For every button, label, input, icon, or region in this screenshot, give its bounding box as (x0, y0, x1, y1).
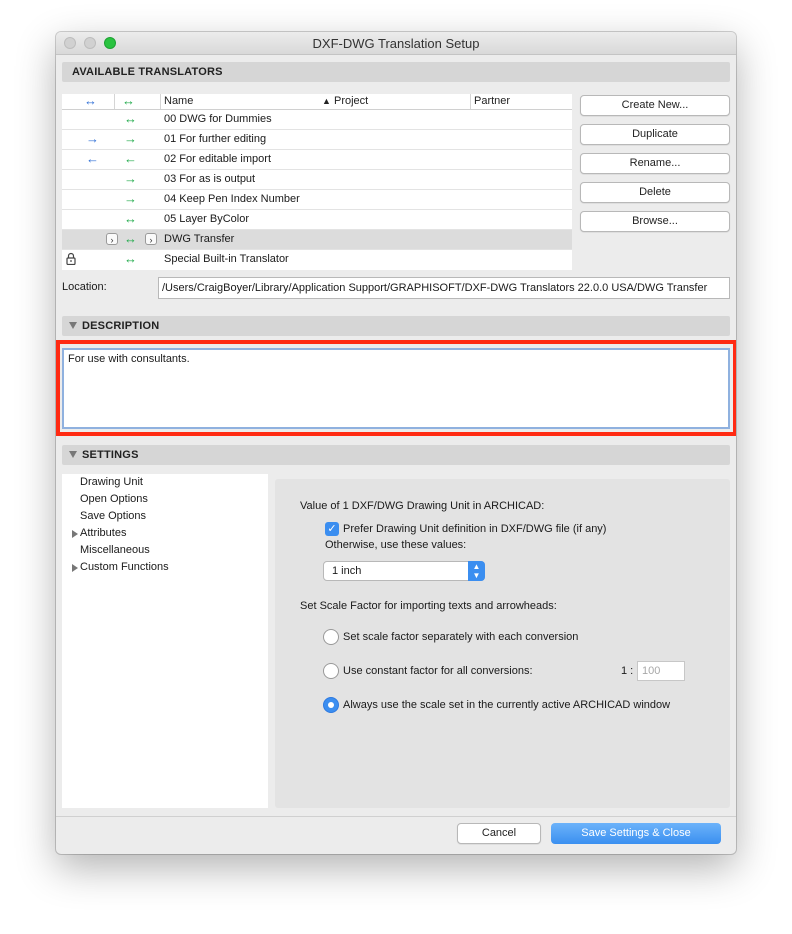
header-col2-arrow-icon[interactable]: ↔ (122, 93, 135, 108)
table-row[interactable]: → 03 For as is output (62, 170, 572, 190)
prefer-drawing-unit-label[interactable]: Prefer Drawing Unit definition in DXF/DW… (343, 523, 606, 535)
header-name[interactable]: Name (164, 95, 193, 107)
translator-name: 00 DWG for Dummies (164, 113, 272, 125)
translator-name: DWG Transfer (164, 233, 235, 245)
tree-item-miscellaneous[interactable]: Miscellaneous (80, 544, 150, 556)
tree-item-save-options[interactable]: Save Options (80, 510, 146, 522)
header-col1-arrow-icon[interactable]: ↔ (84, 93, 97, 108)
unit-select-value: 1 inch (332, 565, 362, 577)
expand-right-button[interactable]: › (145, 233, 157, 245)
table-row[interactable]: ← ← 02 For editable import (62, 150, 572, 170)
right-arrow-icon: → (86, 131, 99, 146)
settings-title: SETTINGS (82, 449, 139, 461)
otherwise-label: Otherwise, use these values: (325, 539, 467, 551)
table-header: ↔ ↔ Name ▲ Project Partner (62, 93, 572, 110)
translator-name: 02 For editable import (164, 153, 271, 165)
left-arrow-icon: ← (124, 151, 137, 166)
table-row[interactable]: ↔ 00 DWG for Dummies (62, 110, 572, 130)
table-row[interactable]: → → 01 For further editing (62, 130, 572, 150)
radio-separate-scale[interactable] (323, 629, 339, 645)
tree-item-drawing-unit[interactable]: Drawing Unit (80, 476, 143, 488)
table-row-selected[interactable]: › ↔ › DWG Transfer (62, 230, 572, 250)
radio-active-window-scale[interactable] (323, 697, 339, 713)
footer-divider (56, 816, 736, 817)
location-label: Location: (62, 281, 107, 293)
translator-name: 04 Keep Pen Index Number (164, 193, 300, 205)
tree-item-custom-functions[interactable]: Custom Functions (80, 561, 169, 573)
lock-icon (66, 252, 76, 268)
collapse-triangle-icon[interactable] (69, 451, 77, 458)
ratio-prefix: 1 : (621, 665, 634, 677)
bidirectional-arrow-icon: ↔ (124, 251, 137, 266)
settings-header[interactable]: SETTINGS (62, 445, 730, 465)
translator-name: 05 Layer ByColor (164, 213, 249, 225)
header-partner[interactable]: Partner (474, 95, 510, 107)
right-arrow-icon: → (124, 191, 137, 206)
description-header[interactable]: DESCRIPTION (62, 316, 730, 336)
table-row[interactable]: ↔ Special Built-in Translator (62, 250, 572, 269)
translator-name: 03 For as is output (164, 173, 256, 185)
drawing-unit-panel: Value of 1 DXF/DWG Drawing Unit in ARCHI… (275, 479, 730, 808)
rename-button[interactable]: Rename... (580, 153, 730, 174)
table-row[interactable]: → 04 Keep Pen Index Number (62, 190, 572, 210)
radio-constant-factor[interactable] (323, 663, 339, 679)
settings-tree: Drawing Unit Open Options Save Options A… (62, 474, 268, 808)
translation-setup-window: DXF-DWG Translation Setup AVAILABLE TRAN… (56, 32, 736, 854)
available-translators-header: AVAILABLE TRANSLATORS (62, 62, 730, 82)
chevron-updown-icon: ▲ ▼ (468, 561, 485, 581)
save-settings-close-button[interactable]: Save Settings & Close (551, 823, 721, 844)
scale-factor-heading: Set Scale Factor for importing texts and… (300, 600, 557, 612)
expand-triangle-icon[interactable] (72, 530, 78, 538)
bidirectional-arrow-icon: ↔ (124, 231, 137, 246)
sort-ascending-icon: ▲ (322, 96, 331, 106)
cancel-button[interactable]: Cancel (457, 823, 541, 844)
expand-triangle-icon[interactable] (72, 564, 78, 572)
unit-select[interactable]: 1 inch ▲ ▼ (323, 561, 485, 581)
available-translators-title: AVAILABLE TRANSLATORS (72, 66, 223, 78)
header-project[interactable]: Project (334, 95, 368, 107)
left-arrow-icon: ← (86, 151, 99, 166)
collapse-triangle-icon[interactable] (69, 322, 77, 329)
duplicate-button[interactable]: Duplicate (580, 124, 730, 145)
tree-item-attributes[interactable]: Attributes (80, 527, 126, 539)
window-title: DXF-DWG Translation Setup (312, 36, 480, 51)
bidirectional-arrow-icon: ↔ (124, 111, 137, 126)
expand-left-button[interactable]: › (106, 233, 118, 245)
drawing-unit-heading: Value of 1 DXF/DWG Drawing Unit in ARCHI… (300, 500, 545, 512)
right-arrow-icon: → (124, 171, 137, 186)
description-title: DESCRIPTION (82, 320, 160, 332)
tree-item-open-options[interactable]: Open Options (80, 493, 148, 505)
table-row[interactable]: ↔ 05 Layer ByColor (62, 210, 572, 230)
bidirectional-arrow-icon: ↔ (124, 211, 137, 226)
prefer-drawing-unit-checkbox[interactable]: ✓ (325, 522, 339, 536)
radio-separate-scale-label[interactable]: Set scale factor separately with each co… (343, 631, 578, 643)
location-field[interactable]: /Users/CraigBoyer/Library/Application Su… (158, 277, 730, 299)
translator-name: Special Built-in Translator (164, 253, 289, 265)
radio-active-window-scale-label[interactable]: Always use the scale set in the currentl… (343, 699, 670, 711)
delete-button[interactable]: Delete (580, 182, 730, 203)
radio-constant-factor-label[interactable]: Use constant factor for all conversions: (343, 665, 533, 677)
right-arrow-icon: → (124, 131, 137, 146)
constant-factor-input[interactable]: 100 (637, 661, 685, 681)
description-textarea[interactable]: For use with consultants. (62, 348, 730, 429)
title-bar: DXF-DWG Translation Setup (56, 32, 736, 55)
browse-button[interactable]: Browse... (580, 211, 730, 232)
translators-table: ↔ ↔ Name ▲ Project Partner ↔ 00 DWG for … (62, 93, 572, 270)
translator-name: 01 For further editing (164, 133, 267, 145)
create-new-button[interactable]: Create New... (580, 95, 730, 116)
